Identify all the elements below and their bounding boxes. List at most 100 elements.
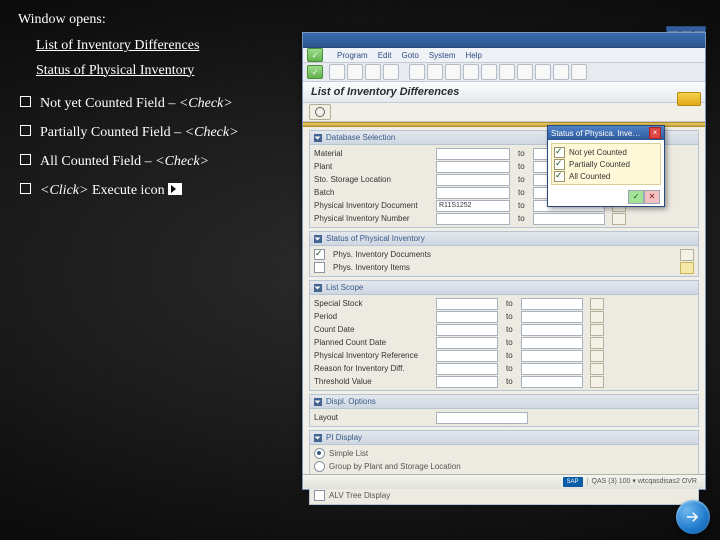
next-slide-button[interactable] — [676, 500, 710, 534]
field-input[interactable] — [436, 161, 510, 173]
radio[interactable] — [314, 448, 325, 459]
popup-close-button[interactable]: × — [649, 127, 661, 139]
popup-title: Status of Physica. Inve… — [551, 129, 640, 138]
instruction-item-2: Partially Counted Field – <Check> — [18, 121, 239, 145]
field-input-to[interactable] — [521, 298, 583, 310]
field-label: Count Date — [314, 325, 432, 334]
multi-select-button[interactable] — [590, 350, 604, 362]
field-input[interactable] — [436, 174, 510, 186]
menu-help[interactable]: Help — [466, 51, 482, 60]
field-input-to[interactable] — [521, 350, 583, 362]
status-popup: Status of Physica. Inve… × Not yet Counte… — [547, 125, 665, 207]
option-label: Not yet Counted — [569, 148, 627, 157]
option-label: All Counted — [569, 172, 610, 181]
arrow-right-icon — [684, 508, 702, 526]
instruction-item-3: All Counted Field – <Check> — [18, 150, 239, 174]
field-input-to[interactable] — [521, 337, 583, 349]
instruction-item-1: Not yet Counted Field – <Check> — [18, 92, 239, 116]
multi-select-button[interactable] — [590, 376, 604, 388]
checkbox[interactable] — [314, 249, 325, 260]
checkbox[interactable] — [554, 147, 565, 158]
titlebar — [303, 33, 705, 48]
toolbar-btn[interactable] — [535, 64, 551, 80]
multi-select-button[interactable] — [680, 262, 694, 274]
field-label: Period — [314, 312, 432, 321]
checkbox[interactable] — [554, 159, 565, 170]
layout-input[interactable] — [436, 412, 528, 424]
toolbar-btn[interactable] — [329, 64, 345, 80]
radio[interactable] — [314, 461, 325, 472]
toolbar-btn[interactable] — [571, 64, 587, 80]
toolbar-btn[interactable] — [409, 64, 425, 80]
checkbox[interactable] — [314, 262, 325, 273]
status-panel: Status of Physical Inventory Phys. Inven… — [309, 231, 699, 277]
popup-cancel-button[interactable]: ✕ — [644, 190, 660, 204]
popup-ok-button[interactable]: ✓ — [628, 190, 644, 204]
toolbar-btn[interactable] — [365, 64, 381, 80]
sap-badge-icon: SAP — [563, 477, 583, 487]
cb-label: Phys. Inventory Items — [333, 263, 410, 272]
radio-label: Simple List — [329, 449, 368, 458]
field-input-to[interactable] — [521, 376, 583, 388]
field-label: Planned Count Date — [314, 338, 432, 347]
cb-label: Phys. Inventory Documents — [333, 250, 431, 259]
execute-button[interactable] — [309, 104, 331, 120]
menu-edit[interactable]: Edit — [378, 51, 392, 60]
field-label: Physical Inventory Document — [314, 201, 432, 210]
field-input[interactable] — [436, 376, 498, 388]
ok-icon[interactable]: ✓ — [307, 48, 323, 62]
field-input[interactable] — [436, 298, 498, 310]
field-input-to[interactable] — [521, 311, 583, 323]
field-input[interactable] — [436, 337, 498, 349]
menu-system[interactable]: System — [429, 51, 456, 60]
field-input-to[interactable] — [533, 213, 605, 225]
field-row: Periodto — [314, 310, 694, 323]
multi-select-button[interactable] — [590, 298, 604, 310]
checkbox[interactable] — [314, 490, 325, 501]
field-input[interactable] — [436, 187, 510, 199]
multi-select-button[interactable] — [590, 363, 604, 375]
toolbar-btn[interactable] — [481, 64, 497, 80]
field-input[interactable] — [436, 148, 510, 160]
checkbox[interactable] — [554, 171, 565, 182]
toolbar-btn[interactable] — [445, 64, 461, 80]
toolbar-btn[interactable] — [427, 64, 443, 80]
field-row: Reason for Inventory Diff.to — [314, 362, 694, 375]
popup-option: Not yet Counted — [554, 146, 658, 158]
multi-select-button[interactable] — [590, 337, 604, 349]
field-label: Physical Inventory Number — [314, 214, 432, 223]
menu-program[interactable]: Program — [337, 51, 368, 60]
field-label: Physical Inventory Reference — [314, 351, 432, 360]
field-input[interactable] — [436, 324, 498, 336]
toolbar-btn[interactable] — [553, 64, 569, 80]
field-input[interactable]: R11S1252 — [436, 200, 510, 212]
multi-select-button[interactable] — [590, 324, 604, 336]
field-input-to[interactable] — [521, 363, 583, 375]
multi-select-button[interactable] — [590, 311, 604, 323]
field-input[interactable] — [436, 363, 498, 375]
panel-title: Displ. Options — [326, 397, 376, 406]
status-right: QAS (3) 100 ▾ wtcqasdisas2 OVR — [587, 478, 701, 485]
enter-icon[interactable]: ✓ — [307, 65, 323, 79]
toolbar-btn[interactable] — [383, 64, 399, 80]
field-input[interactable] — [436, 350, 498, 362]
to-label: to — [506, 325, 513, 334]
toolbar-btn[interactable] — [517, 64, 533, 80]
menu-goto[interactable]: Goto — [401, 51, 418, 60]
field-row: Physical Inventory Referenceto — [314, 349, 694, 362]
multi-select-button[interactable] — [680, 249, 694, 261]
field-input[interactable] — [436, 311, 498, 323]
instruction-header: Window opens: — [18, 8, 239, 32]
to-label: to — [518, 175, 525, 184]
field-input[interactable] — [436, 213, 510, 225]
field-row: Planned Count Dateto — [314, 336, 694, 349]
multi-select-button[interactable] — [612, 213, 626, 225]
cb-label: ALV Tree Display — [329, 491, 390, 500]
to-label: to — [506, 377, 513, 386]
field-label: Special Stock — [314, 299, 432, 308]
toolbar-btn[interactable] — [499, 64, 515, 80]
field-input-to[interactable] — [521, 324, 583, 336]
instruction-block: Window opens: List of Inventory Differen… — [18, 8, 239, 208]
toolbar-btn[interactable] — [347, 64, 363, 80]
toolbar-btn[interactable] — [463, 64, 479, 80]
